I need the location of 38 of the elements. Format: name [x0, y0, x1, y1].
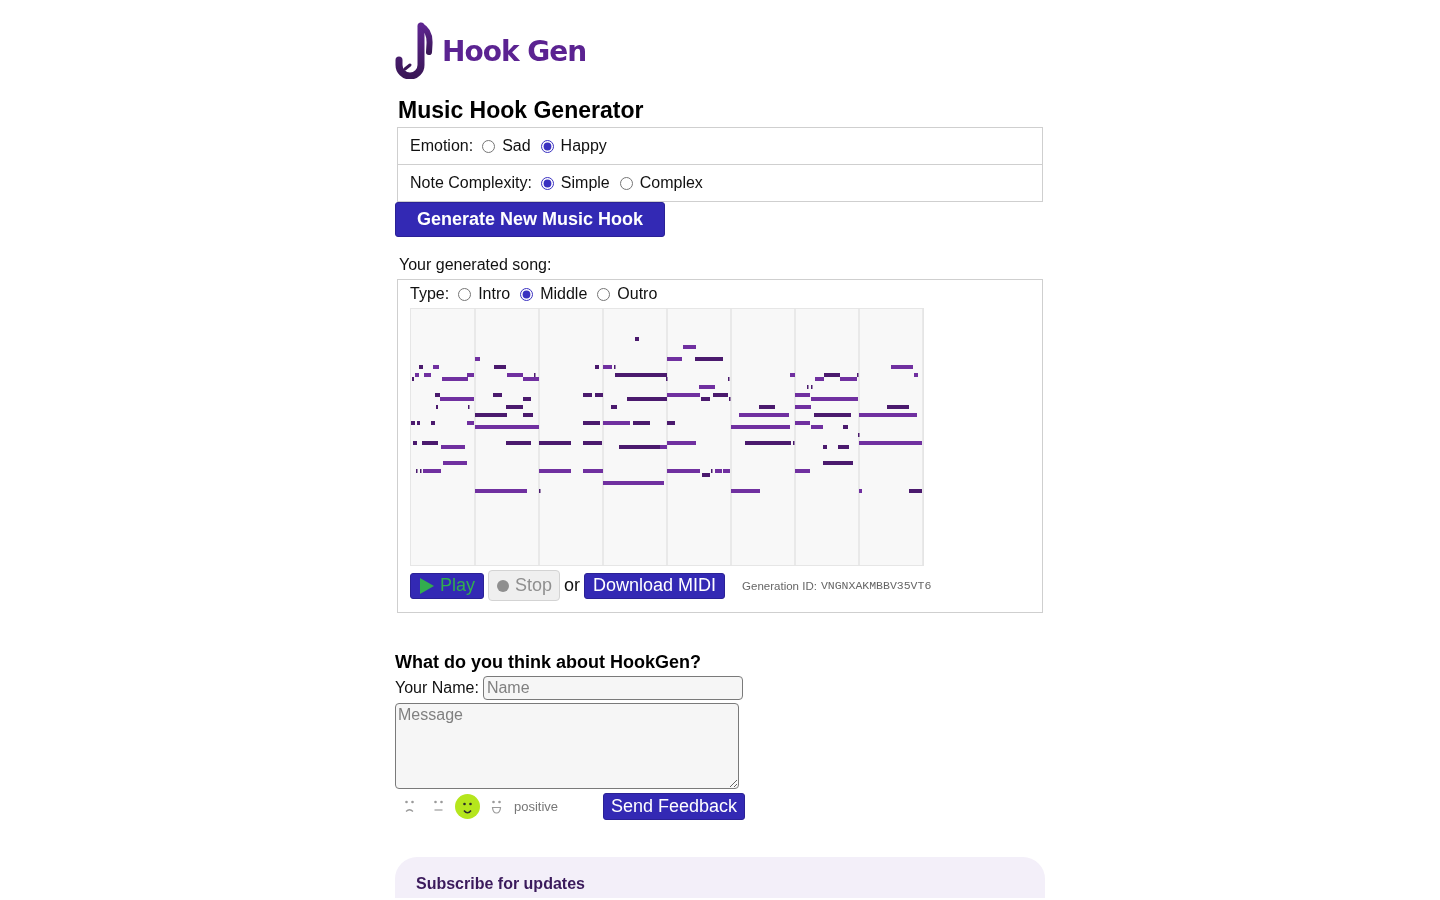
option-label[interactable]: Sad [502, 137, 531, 155]
grinning-face-icon[interactable] [489, 799, 504, 814]
sad-face-icon[interactable] [402, 799, 417, 814]
separator-text: or [564, 575, 581, 596]
radio-button[interactable] [520, 287, 534, 301]
section-heading: What do you think about HookGen? [395, 651, 701, 673]
field-label: Emotion: [410, 137, 474, 155]
play-icon [420, 577, 434, 594]
radio-button[interactable] [540, 176, 554, 190]
music-note-icon [395, 22, 433, 79]
field-label: Type: [410, 285, 450, 303]
option-label[interactable]: Simple [560, 174, 610, 192]
name-input[interactable]: Name [482, 676, 743, 700]
field-label: Your Name: [395, 679, 479, 697]
message-textarea[interactable]: Message [395, 703, 739, 789]
rating-label: positive [514, 799, 559, 814]
generate-button[interactable]: Generate New Music Hook [395, 202, 666, 237]
download-button[interactable]: Download MIDI [584, 572, 726, 599]
circle-icon [497, 579, 509, 592]
send-feedback-button[interactable]: Send Feedback [602, 793, 745, 820]
option-label[interactable]: Happy [560, 137, 607, 155]
radio-button[interactable] [597, 287, 611, 301]
field-label: Note Complexity: [410, 174, 532, 192]
radio-button[interactable] [458, 287, 472, 301]
generation-id-label: Generation ID: [742, 579, 817, 592]
card-title: Subscribe for updates [416, 874, 586, 894]
option-label[interactable]: Complex [639, 174, 703, 192]
option-label[interactable]: Outro [617, 285, 658, 303]
radio-button[interactable] [619, 176, 633, 190]
section-label: Your generated song: [399, 256, 552, 274]
generation-id-value: VNGNXAKMBBV35VT6 [820, 579, 932, 592]
option-label[interactable]: Intro [478, 285, 511, 303]
page-title: Music Hook Generator [398, 96, 644, 124]
smiley-face-icon[interactable] [455, 794, 480, 819]
radio-button[interactable] [540, 139, 554, 153]
logo-text: Hook Gen [442, 37, 587, 66]
radio-button[interactable] [482, 139, 496, 153]
option-label[interactable]: Middle [540, 285, 588, 303]
